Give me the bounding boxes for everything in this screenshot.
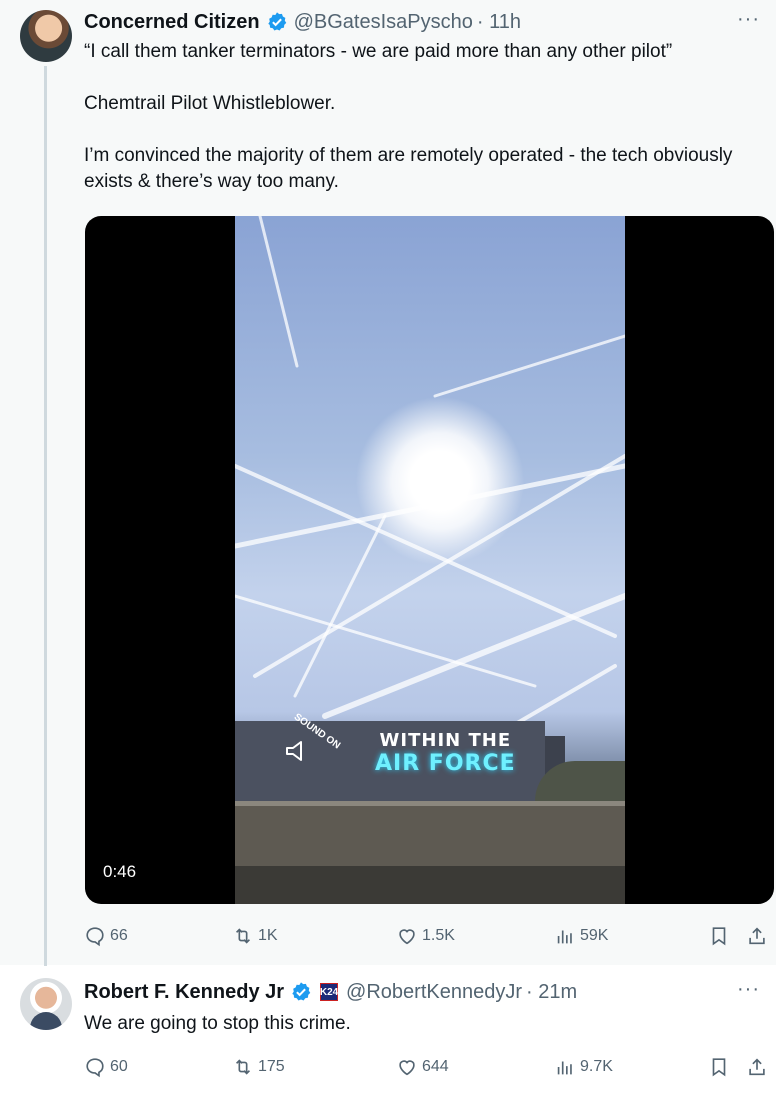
views-chart-icon: [557, 930, 572, 944]
tweet-time[interactable]: · 11h: [477, 11, 521, 34]
repost-count: 175: [258, 1058, 285, 1075]
author-handle[interactable]: @RobertKennedyJr: [346, 981, 522, 1004]
bookmark-icon: [712, 927, 726, 946]
reply-icon: [86, 1058, 104, 1078]
tweet-paragraph: We are going to stop this crime.: [84, 1013, 351, 1034]
video-caption: WITHIN THE AIR FORCE: [375, 730, 516, 776]
bookmark-button[interactable]: [708, 1056, 734, 1078]
more-options-icon[interactable]: ···: [737, 978, 760, 1001]
verified-badge-icon: [292, 982, 311, 1001]
tweet-paragraph: “I call them tanker terminators - we are…: [84, 41, 673, 62]
caption-line-2: AIR FORCE: [375, 751, 516, 776]
tweet-body: We are going to stop this crime.: [84, 1011, 744, 1037]
like-button[interactable]: 644: [396, 1056, 449, 1078]
repost-button[interactable]: 1K: [232, 925, 278, 947]
affiliate-badge[interactable]: K24: [320, 983, 338, 1001]
reply-button[interactable]: 66: [84, 925, 128, 947]
verified-badge-icon: [267, 12, 286, 31]
avatar-suit: [30, 1012, 62, 1030]
share-button[interactable]: [746, 1056, 772, 1078]
avatar[interactable]: [20, 10, 72, 62]
views-button[interactable]: 9.7K: [554, 1056, 613, 1078]
tweet-actions: 66 1K 1.5K 59K: [84, 922, 776, 950]
avatar[interactable]: [20, 978, 72, 1030]
tweet-header: Concerned Citizen @BGatesIsaPyscho · 11h: [84, 9, 521, 35]
reply-count: 66: [110, 927, 128, 944]
speaker-icon: [286, 741, 302, 761]
tweet-time[interactable]: · 21m: [526, 981, 577, 1004]
bookmark-button[interactable]: [708, 925, 734, 947]
ground-graphic: [235, 866, 625, 904]
views-button[interactable]: 59K: [554, 925, 608, 947]
bookmark-icon: [712, 1058, 726, 1077]
share-icon: [749, 1058, 765, 1076]
share-icon: [749, 927, 765, 945]
thread-connector-line: [44, 66, 47, 966]
share-button[interactable]: [746, 925, 772, 947]
tweet-header: Robert F. Kennedy Jr K24 @RobertKennedyJ…: [84, 979, 577, 1005]
author-name[interactable]: Concerned Citizen: [84, 11, 260, 34]
tweet-body: “I call them tanker terminators - we are…: [84, 39, 744, 195]
tweet-actions: 60 175 644 9.7K: [84, 1053, 776, 1081]
tweet-paragraph: Chemtrail Pilot Whistleblower.: [84, 93, 336, 114]
like-count: 1.5K: [422, 927, 455, 944]
reply-count: 60: [110, 1058, 128, 1075]
reply-button[interactable]: 60: [84, 1056, 128, 1078]
sun-glare: [355, 396, 525, 566]
heart-icon: [399, 1060, 415, 1076]
video-frame: SOUND ON WITHIN THE AIR FORCE: [235, 216, 625, 904]
repost-count: 1K: [258, 927, 278, 944]
author-handle[interactable]: @BGatesIsaPyscho: [294, 11, 473, 34]
more-options-icon[interactable]: ···: [737, 8, 760, 31]
like-button[interactable]: 1.5K: [396, 925, 455, 947]
repost-button[interactable]: 175: [232, 1056, 285, 1078]
views-chart-icon: [557, 1061, 572, 1075]
wall-graphic: [235, 806, 625, 866]
view-count: 59K: [580, 927, 609, 944]
caption-line-1: WITHIN THE: [379, 730, 512, 751]
video-player[interactable]: SOUND ON WITHIN THE AIR FORCE 0:46: [85, 216, 774, 904]
reply-icon: [86, 927, 104, 947]
like-count: 644: [422, 1058, 449, 1075]
repost-icon: [235, 928, 251, 944]
author-name[interactable]: Robert F. Kennedy Jr: [84, 981, 284, 1004]
tweet-paragraph: I’m convinced the majority of them are r…: [84, 145, 733, 192]
heart-icon: [399, 929, 415, 945]
view-count: 9.7K: [580, 1058, 613, 1075]
quoted-tweet[interactable]: Concerned Citizen @BGatesIsaPyscho · 11h…: [0, 0, 776, 966]
repost-icon: [235, 1059, 251, 1075]
video-duration: 0:46: [97, 860, 143, 884]
